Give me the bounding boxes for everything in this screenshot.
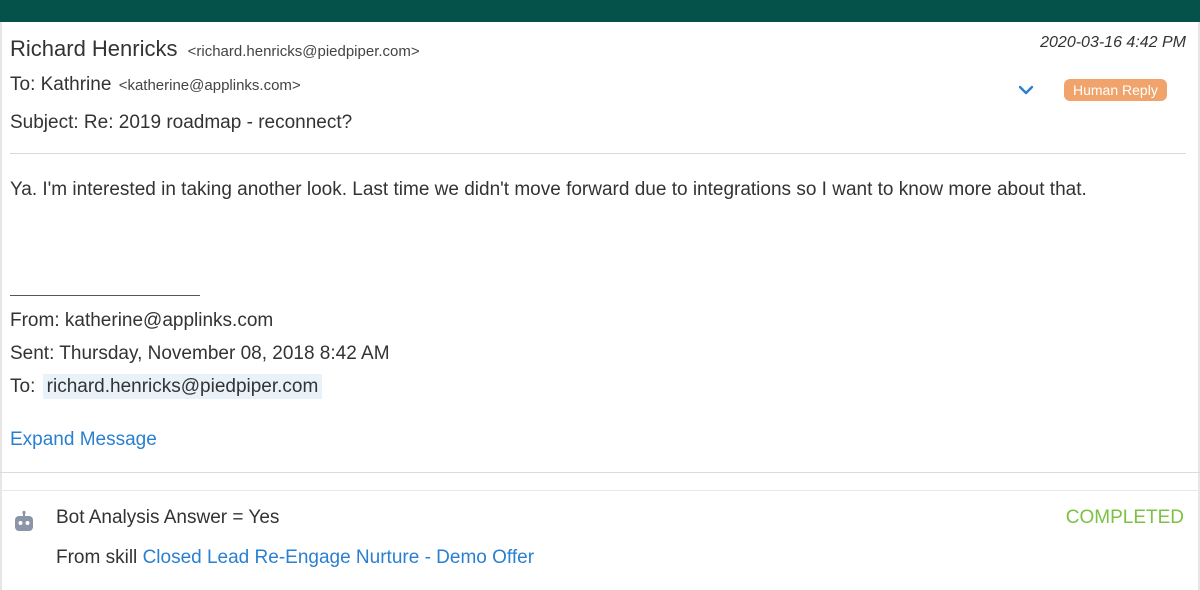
email-timestamp: 2020-03-16 4:42 PM (1040, 34, 1186, 51)
sender-email: <richard.henricks@piedpiper.com> (187, 43, 420, 60)
frame-left-border (0, 22, 2, 590)
section-divider (0, 472, 1200, 473)
recipient-email: <katherine@applinks.com> (118, 77, 301, 94)
bot-icon (12, 510, 36, 534)
quoted-to-email[interactable]: richard.henricks@piedpiper.com (42, 374, 323, 399)
recipient-name: To: Kathrine (10, 74, 112, 95)
skill-line: From skill Closed Lead Re-Engage Nurture… (56, 547, 534, 569)
skill-link[interactable]: Closed Lead Re-Engage Nurture - Demo Off… (143, 547, 534, 568)
human-reply-badge: Human Reply (1064, 79, 1167, 101)
recipient-line: To: Kathrine <katherine@applinks.com> (10, 74, 301, 96)
quoted-to: To: richard.henricks@piedpiper.com (10, 374, 323, 399)
sender-line: Richard Henricks <richard.henricks@piedp… (10, 36, 420, 62)
bot-analysis-answer: Bot Analysis Answer = Yes (56, 507, 280, 528)
quote-separator (10, 295, 200, 296)
email-body: Ya. I'm interested in taking another loo… (10, 179, 1087, 200)
sender-name: Richard Henricks (10, 36, 178, 61)
skill-prefix: From skill (56, 547, 138, 568)
quoted-to-label: To: (10, 376, 36, 397)
section-divider-inner (0, 490, 1200, 491)
expand-message-link[interactable]: Expand Message (10, 429, 157, 451)
quoted-sent: Sent: Thursday, November 08, 2018 8:42 A… (10, 343, 390, 364)
top-bar (0, 0, 1200, 22)
header-divider (10, 153, 1186, 154)
quoted-from: From: katherine@applinks.com (10, 310, 274, 331)
chevron-down-icon[interactable] (1016, 80, 1036, 100)
email-subject: Subject: Re: 2019 roadmap - reconnect? (10, 112, 353, 133)
status-badge: COMPLETED (1065, 507, 1184, 528)
